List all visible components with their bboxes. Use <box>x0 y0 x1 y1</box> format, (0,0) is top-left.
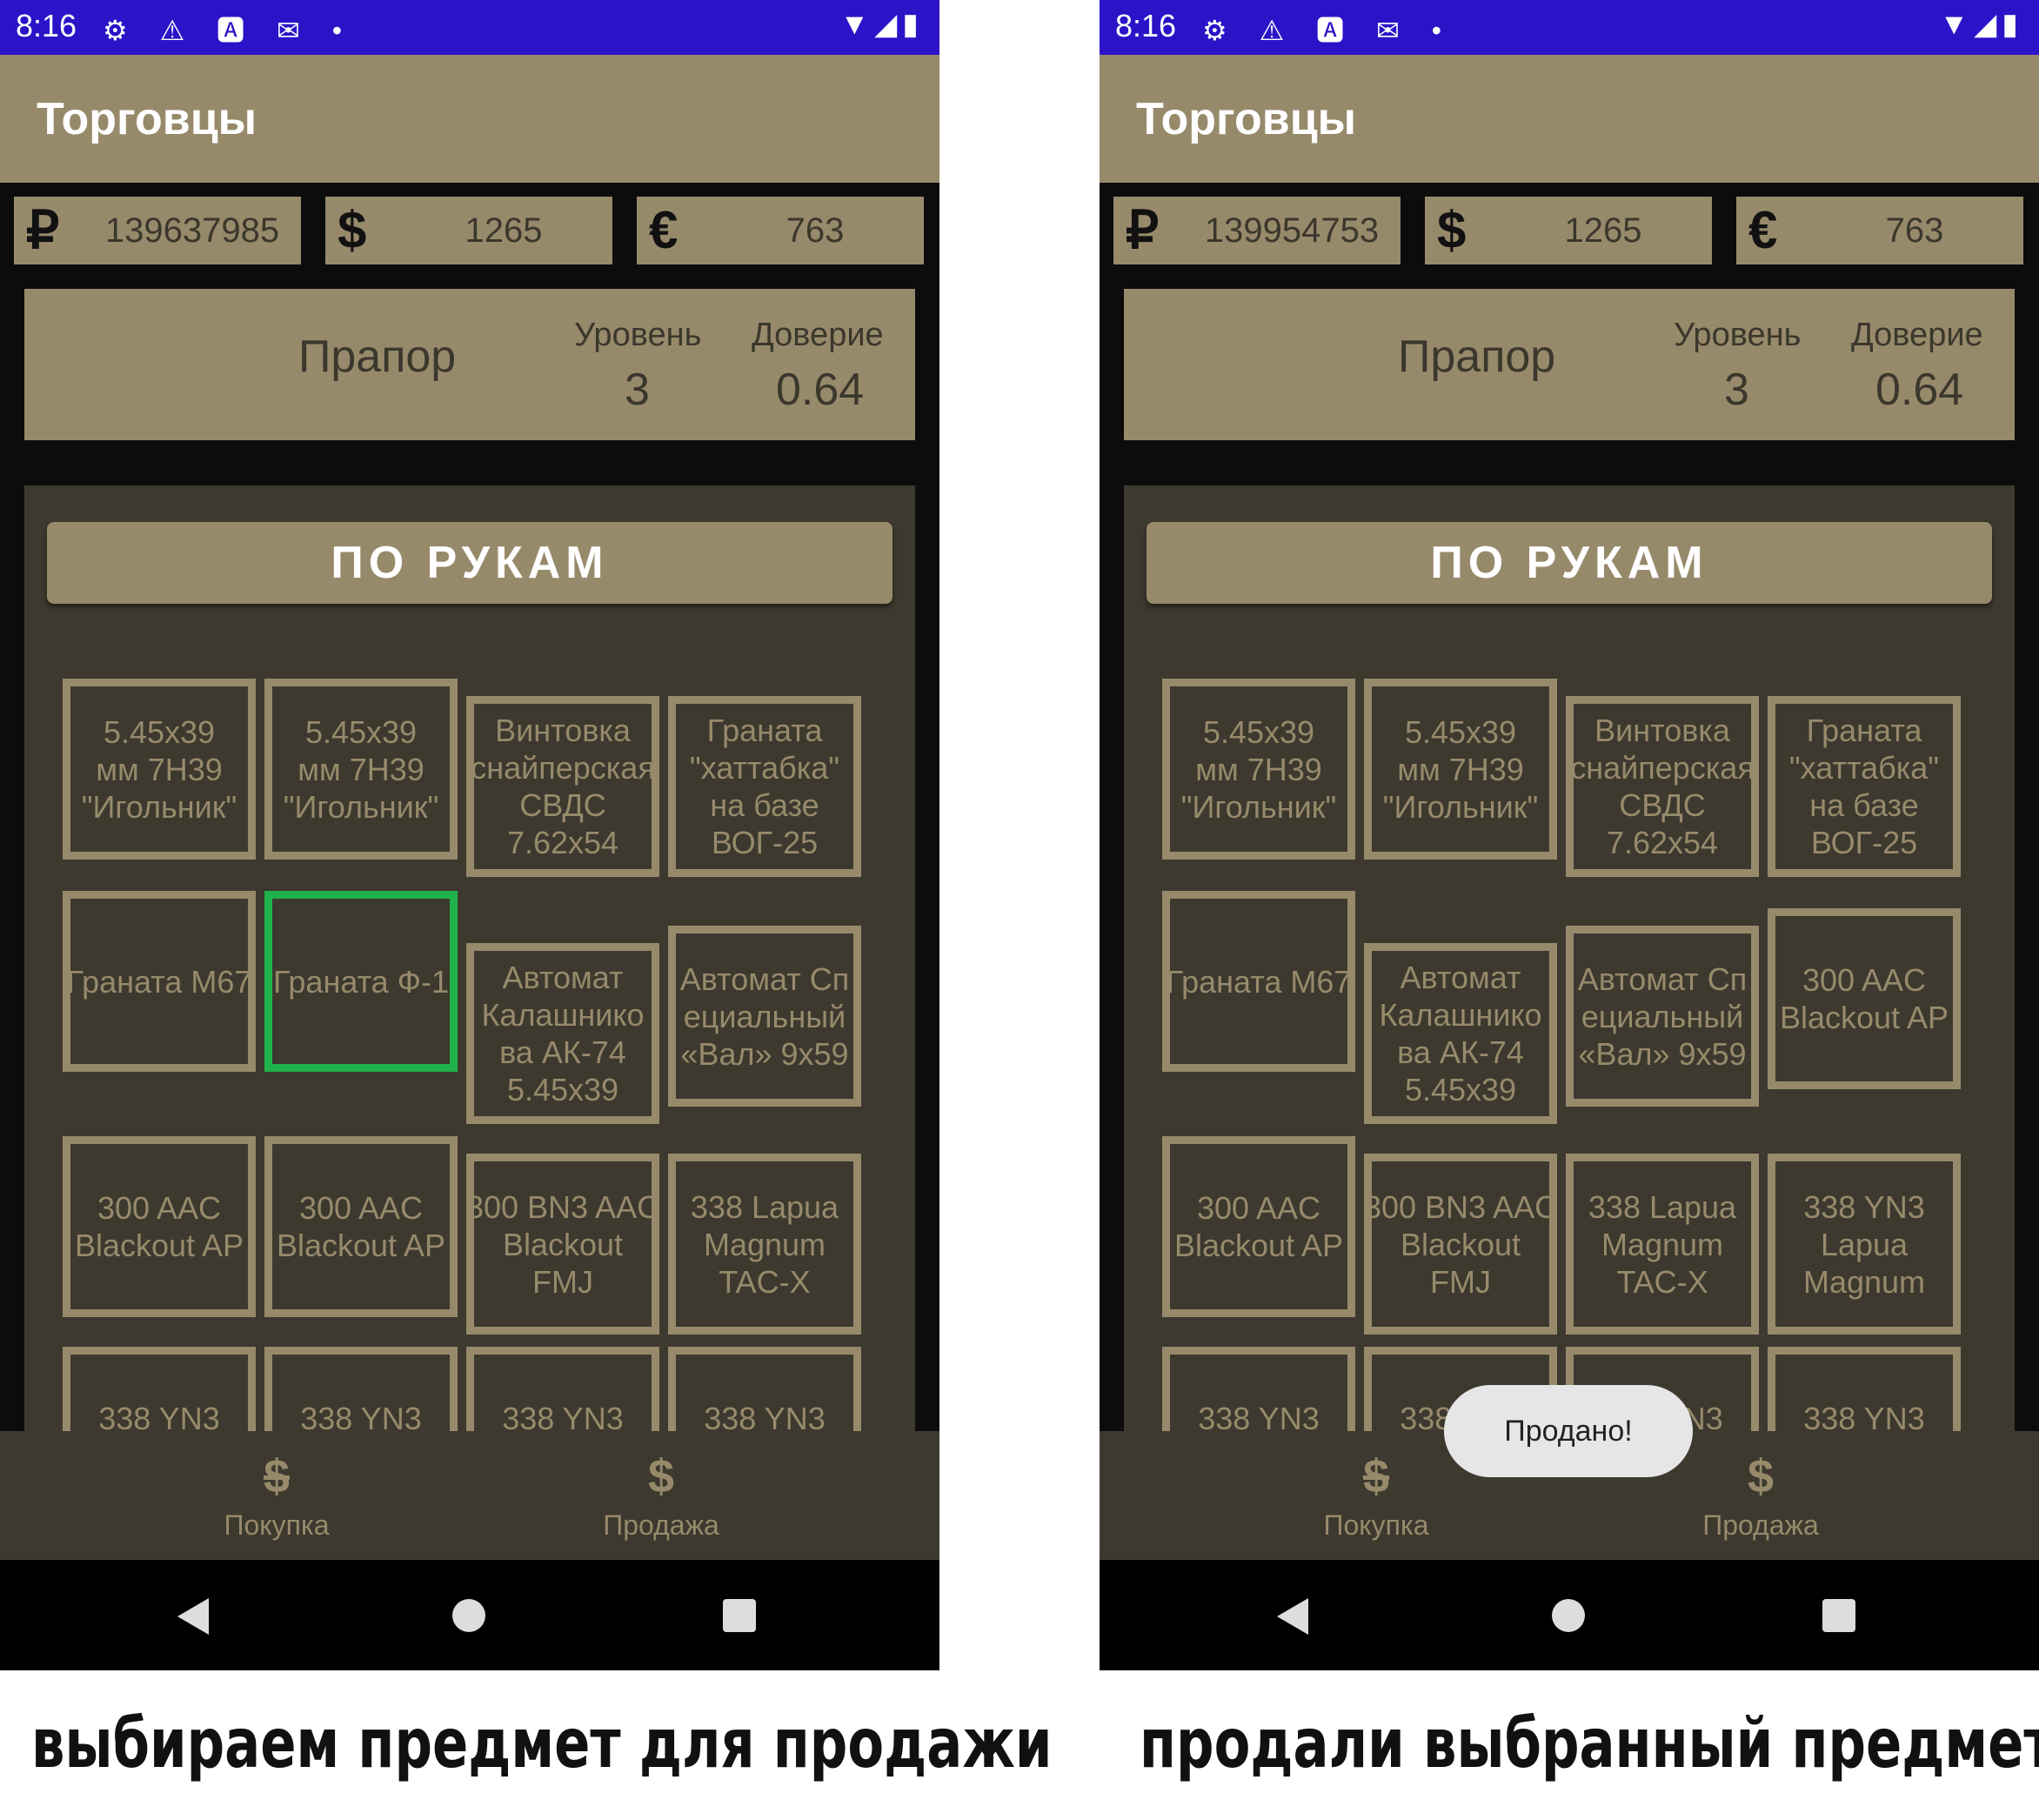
usd-balance: $ 1265 <box>1425 197 1712 264</box>
inventory-item[interactable]: 5.45x39 мм 7Н39 "Игольник" <box>1364 679 1557 860</box>
inventory-item[interactable]: 300 AAC Blackout AP <box>1768 908 1961 1089</box>
usd-amount: 1265 <box>465 211 543 250</box>
dollar-icon: $ <box>647 1450 675 1502</box>
rub-amount: 139637985 <box>104 211 280 250</box>
inventory-item[interactable]: 5.45x39 мм 7Н39 "Игольник" <box>1162 679 1355 860</box>
app-bar: Торговцы <box>1100 55 2039 183</box>
inventory-item[interactable]: Автомат Калашнико ва АК-74 5.45x39 <box>466 943 659 1124</box>
inventory-item[interactable]: Граната М67 <box>1162 891 1355 1072</box>
status-time: 8:16 <box>1115 8 1177 43</box>
home-icon[interactable] <box>1552 1599 1585 1632</box>
usd-amount: 1265 <box>1564 211 1642 250</box>
level-label: Уровень <box>574 317 702 353</box>
inventory-item[interactable]: 300 BN3 AAC Blackout FMJ <box>466 1154 659 1335</box>
trust-value: 0.64 <box>776 365 865 415</box>
trust-label: Доверие <box>752 317 884 353</box>
inventory-item[interactable]: 338 YN3 Lapua Magnum <box>1768 1154 1961 1335</box>
ruble-icon: ₽ <box>26 201 60 259</box>
inventory-item[interactable]: Автомат Калашнико ва АК-74 5.45x39 <box>1364 943 1557 1124</box>
recents-icon[interactable] <box>723 1599 756 1632</box>
eur-amount: 763 <box>1885 211 1944 250</box>
caption-after: продали выбранный предмет <box>1140 1705 2039 1783</box>
usd-balance: $ 1265 <box>325 197 612 264</box>
nav-buy[interactable]: $ Покупка <box>1263 1450 1489 1542</box>
caption-before: выбираем предмет для продажи <box>31 1705 1053 1783</box>
level-value: 3 <box>1724 365 1749 415</box>
nav-buy-label: Покупка <box>224 1509 330 1541</box>
notification-icons: ⚙ ⚠ 🅰 ✉ • <box>1202 15 1454 46</box>
eur-balance: € 763 <box>637 197 924 264</box>
ruble-icon: ₽ <box>1126 201 1160 259</box>
eur-balance: € 763 <box>1736 197 2023 264</box>
dollar-icon: $ <box>1437 201 1467 259</box>
system-navigation <box>1100 1560 2039 1670</box>
trader-name: Прапор <box>1398 331 1556 382</box>
rub-amount: 139954753 <box>1204 211 1380 250</box>
eur-amount: 763 <box>786 211 845 250</box>
inventory-item[interactable]: Автомат Сп ециальный «Вал» 9x59 <box>1566 926 1759 1107</box>
home-icon[interactable] <box>452 1599 485 1632</box>
nav-sell[interactable]: $ Продажа <box>548 1450 774 1542</box>
rub-balance: ₽ 139637985 <box>14 197 301 264</box>
signal-battery-icon: ▼◢▮ <box>1939 8 2023 41</box>
level-value: 3 <box>625 365 650 415</box>
trader-name: Прапор <box>298 331 457 382</box>
inventory-item[interactable]: 300 AAC Blackout AP <box>1162 1136 1355 1317</box>
phone-screen-after: 8:16 ⚙ ⚠ 🅰 ✉ • ▼◢▮ Торговцы ₽ 139954753 … <box>1100 0 2039 1670</box>
status-bar: 8:16 ⚙ ⚠ 🅰 ✉ • ▼◢▮ <box>1100 0 2039 55</box>
notification-icons: ⚙ ⚠ 🅰 ✉ • <box>103 15 354 46</box>
phone-screen-before: 8:16 ⚙ ⚠ 🅰 ✉ • ▼◢▮ Торговцы ₽ 139637985 … <box>0 0 939 1670</box>
inventory-item-selected[interactable]: Граната Ф-1 <box>264 891 458 1072</box>
inventory-item[interactable]: 300 AAC Blackout AP <box>63 1136 256 1317</box>
euro-icon: € <box>649 201 679 259</box>
signal-battery-icon: ▼◢▮ <box>839 8 924 41</box>
rub-balance: ₽ 139954753 <box>1113 197 1401 264</box>
inventory-item[interactable]: 5.45x39 мм 7Н39 "Игольник" <box>63 679 256 860</box>
trader-card: Прапор Уровень 3 Доверие 0.64 <box>24 289 915 440</box>
app-title: Торговцы <box>1136 94 1357 144</box>
sold-toast: Продано! <box>1444 1385 1693 1477</box>
inventory-item[interactable]: 338 Lapua Magnum TAC-X <box>668 1154 861 1335</box>
status-bar: 8:16 ⚙ ⚠ 🅰 ✉ • ▼◢▮ <box>0 0 939 55</box>
nav-sell-label: Продажа <box>603 1509 719 1541</box>
nav-buy-label: Покупка <box>1323 1509 1429 1541</box>
app-bar: Торговцы <box>0 55 939 183</box>
system-navigation <box>0 1560 939 1670</box>
bottom-navigation: $ Покупка $ Продажа <box>0 1431 939 1560</box>
back-icon[interactable] <box>1277 1598 1308 1635</box>
app-title: Торговцы <box>37 94 257 144</box>
inventory-item[interactable]: Граната "хаттабка" на базе ВОГ-25 <box>1768 696 1961 877</box>
status-time: 8:16 <box>16 8 77 43</box>
recents-icon[interactable] <box>1822 1599 1855 1632</box>
dollar-icon: $ <box>338 201 367 259</box>
inventory-item[interactable]: 338 Lapua Magnum TAC-X <box>1566 1154 1759 1335</box>
nav-buy[interactable]: $ Покупка <box>164 1450 390 1542</box>
nav-sell-label: Продажа <box>1702 1509 1819 1541</box>
inventory-item[interactable]: 5.45x39 мм 7Н39 "Игольник" <box>264 679 458 860</box>
inventory-item[interactable]: Винтовка снайперская СВДС 7.62x54 <box>1566 696 1759 877</box>
nav-sell[interactable]: $ Продажа <box>1648 1450 1874 1542</box>
trust-label: Доверие <box>1851 317 1983 353</box>
inventory-item[interactable]: Граната "хаттабка" на базе ВОГ-25 <box>668 696 861 877</box>
back-icon[interactable] <box>177 1598 209 1635</box>
deal-button[interactable]: ПО РУКАМ <box>1147 522 1992 604</box>
euro-icon: € <box>1748 201 1778 259</box>
inventory-item[interactable]: Автомат Сп ециальный «Вал» 9x59 <box>668 926 861 1107</box>
inventory-item[interactable]: 300 BN3 AAC Blackout FMJ <box>1364 1154 1557 1335</box>
inventory-item[interactable]: Винтовка снайперская СВДС 7.62x54 <box>466 696 659 877</box>
deal-button[interactable]: ПО РУКАМ <box>47 522 892 604</box>
no-dollar-icon: $ <box>263 1450 291 1502</box>
trader-card: Прапор Уровень 3 Доверие 0.64 <box>1124 289 2015 440</box>
inventory-item[interactable]: 300 AAC Blackout AP <box>264 1136 458 1317</box>
inventory-item[interactable]: Граната М67 <box>63 891 256 1072</box>
level-label: Уровень <box>1674 317 1802 353</box>
trust-value: 0.64 <box>1875 365 1964 415</box>
